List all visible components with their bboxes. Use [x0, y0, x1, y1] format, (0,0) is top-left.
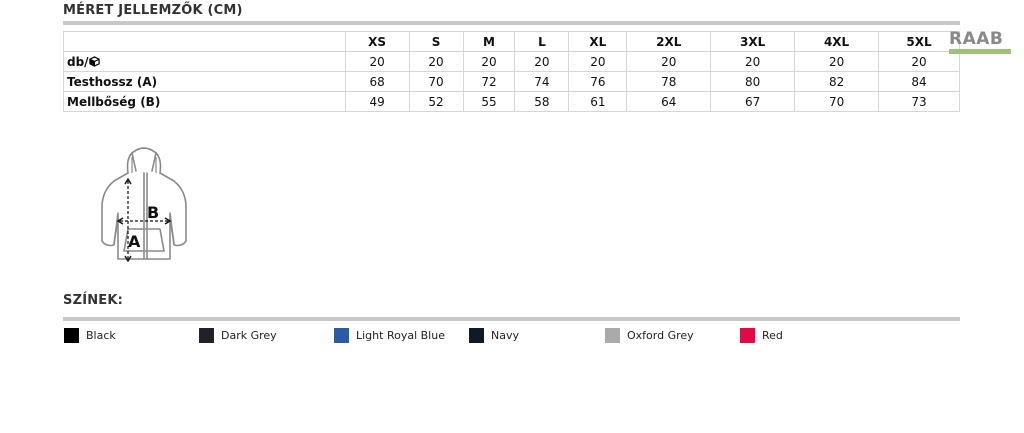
swatch-navy: Navy	[469, 327, 519, 343]
header-l: L	[514, 31, 570, 52]
swatch-label: Black	[86, 328, 116, 342]
cell: 20	[794, 51, 880, 72]
row-label-pieces: db/	[63, 51, 346, 72]
swatch-label: Light Royal Blue	[356, 328, 445, 342]
colors-section-title: SZÍNEK:	[63, 293, 124, 308]
header-5xl: 5XL	[878, 31, 960, 52]
header-xs: XS	[344, 31, 410, 52]
size-section-divider	[63, 21, 960, 25]
swatch-chip	[605, 327, 620, 343]
swatch-label: Navy	[491, 328, 519, 342]
cell: 52	[408, 91, 464, 112]
cell: 20	[568, 51, 628, 72]
cell: 70	[794, 91, 880, 112]
cell: 84	[878, 71, 960, 92]
colors-section-divider	[63, 317, 960, 321]
swatch-chip	[334, 327, 349, 343]
cell: 20	[514, 51, 570, 72]
raab-logo: RAAB	[949, 30, 1011, 56]
cell: 64	[626, 91, 712, 112]
swatch-chip	[199, 327, 214, 343]
header-2xl: 2XL	[626, 31, 712, 52]
header-m: M	[462, 31, 516, 52]
cell: 74	[514, 71, 570, 92]
cell: 61	[568, 91, 628, 112]
row-label-chest-width: Mellbőség (B)	[63, 91, 346, 112]
swatch-red: Red	[740, 327, 783, 343]
table-row: db/ 20 20 20 20 20 20 20 20 20	[63, 51, 960, 72]
cell: 49	[344, 91, 410, 112]
header-empty	[63, 31, 346, 52]
cell: 58	[514, 91, 570, 112]
swatch-light-royal-blue: Light Royal Blue	[334, 327, 445, 343]
swatch-chip	[64, 327, 79, 343]
table-row: Mellbőség (B) 49 52 55 58 61 64 67 70 73	[63, 91, 960, 112]
cell: 80	[710, 71, 796, 92]
cell: 72	[462, 71, 516, 92]
cell: 20	[344, 51, 410, 72]
cell: 76	[568, 71, 628, 92]
swatch-chip	[469, 327, 484, 343]
cell: 20	[710, 51, 796, 72]
header-4xl: 4XL	[794, 31, 880, 52]
swatch-label: Dark Grey	[221, 328, 277, 342]
measure-label-b: B	[147, 203, 159, 222]
row-label-text: db/	[67, 54, 89, 69]
cell: 70	[408, 71, 464, 92]
hoodie-measurement-icon: B A	[101, 147, 187, 263]
swatch-oxford-grey: Oxford Grey	[605, 327, 694, 343]
swatch-label: Oxford Grey	[627, 328, 694, 342]
size-table: XS S M L XL 2XL 3XL 4XL 5XL db/ 20 20 20…	[63, 31, 960, 112]
cell: 20	[408, 51, 464, 72]
cell: 73	[878, 91, 960, 112]
swatch-black: Black	[64, 327, 116, 343]
swatch-dark-grey: Dark Grey	[199, 327, 277, 343]
cell: 20	[462, 51, 516, 72]
cell: 67	[710, 91, 796, 112]
header-xl: XL	[568, 31, 628, 52]
cell: 78	[626, 71, 712, 92]
table-row: Testhossz (A) 68 70 72 74 76 78 80 82 84	[63, 71, 960, 92]
box-icon	[88, 55, 100, 67]
logo-text: RAAB	[949, 29, 1004, 49]
table-header-row: XS S M L XL 2XL 3XL 4XL 5XL	[63, 31, 960, 52]
header-s: S	[408, 31, 464, 52]
swatch-chip	[740, 327, 755, 343]
cell: 68	[344, 71, 410, 92]
cell: 82	[794, 71, 880, 92]
measure-label-a: A	[128, 232, 141, 251]
color-swatch-list: Black Dark Grey Light Royal Blue Navy Ox…	[63, 327, 963, 347]
cell: 20	[626, 51, 712, 72]
cell: 20	[878, 51, 960, 72]
size-section-title: MÉRET JELLEMZŐK (CM)	[63, 3, 243, 18]
logo-bar	[949, 49, 1011, 54]
cell: 55	[462, 91, 516, 112]
row-label-body-length: Testhossz (A)	[63, 71, 346, 92]
header-3xl: 3XL	[710, 31, 796, 52]
swatch-label: Red	[762, 328, 783, 342]
